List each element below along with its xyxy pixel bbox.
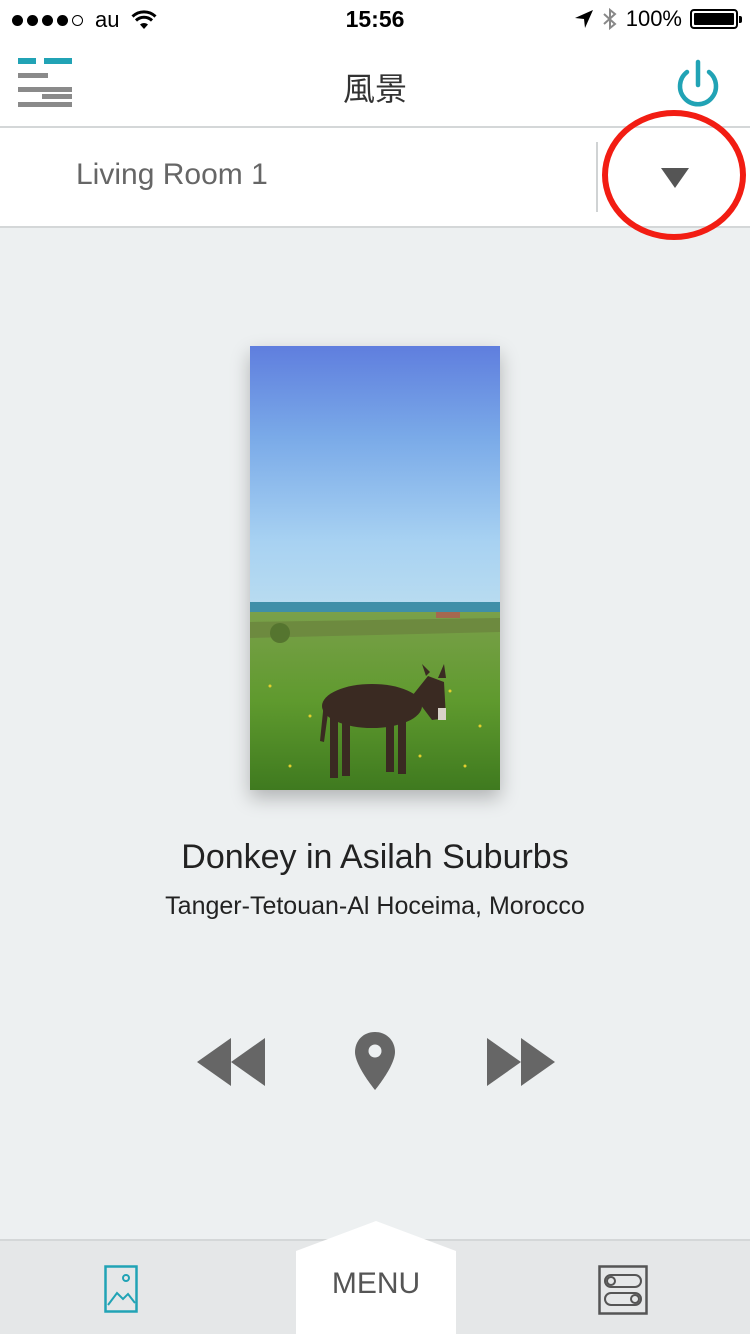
photo-location: Tanger-Tetouan-Al Hoceima, Morocco — [165, 892, 585, 920]
tab-bar: MENU — [0, 1221, 750, 1334]
bluetooth-icon — [603, 7, 617, 31]
status-bar: au 15:56 100% — [0, 0, 750, 40]
playback-controls — [0, 1030, 750, 1094]
rewind-icon[interactable] — [194, 1030, 268, 1094]
divider — [596, 142, 598, 212]
battery-icon — [690, 9, 742, 29]
settings-toggle-icon[interactable] — [598, 1265, 650, 1317]
battery-percent: 100% — [625, 6, 682, 31]
location-pin-icon[interactable] — [353, 1030, 397, 1094]
photo-icon[interactable] — [104, 1265, 146, 1315]
highlight-annotation — [602, 110, 746, 240]
page-title: 風景 — [342, 71, 407, 107]
landscape-photo[interactable] — [250, 346, 500, 790]
power-icon[interactable] — [672, 58, 724, 110]
menu-tab-label: MENU — [331, 1267, 421, 1300]
menu-tab-button[interactable]: MENU — [296, 1221, 456, 1334]
navigation-bar: 風景 — [0, 40, 750, 128]
location-arrow-icon — [574, 10, 593, 28]
room-name: Living Room 1 — [76, 158, 268, 191]
fast-forward-icon[interactable] — [484, 1030, 558, 1094]
photo-title: Donkey in Asilah Suburbs — [181, 838, 569, 876]
